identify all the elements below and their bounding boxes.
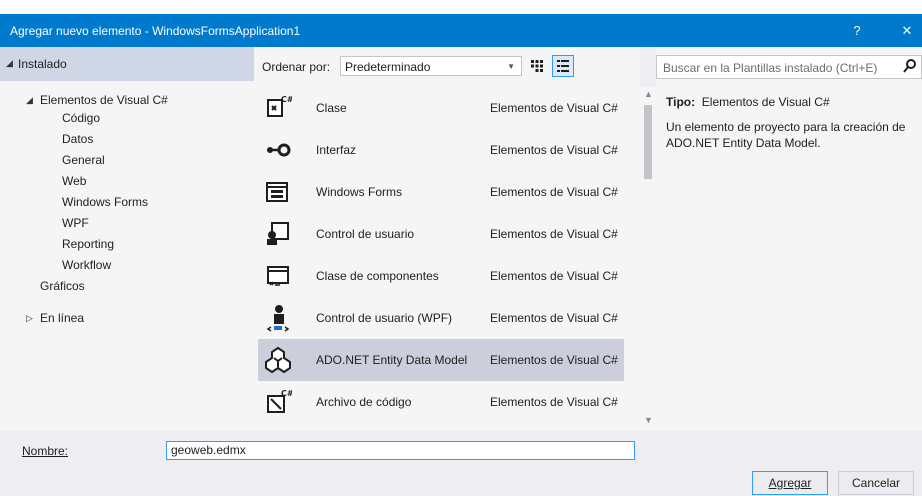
tree-item-label: En línea xyxy=(40,311,85,325)
medium-icons-view-button[interactable] xyxy=(526,55,548,77)
scrollbar-thumb[interactable] xyxy=(644,105,652,179)
scroll-up-icon[interactable]: ▲ xyxy=(644,89,653,99)
tree-item-label: Elementos de Visual C# xyxy=(40,93,168,107)
tree-item-online[interactable]: ▷ En línea xyxy=(26,308,85,328)
item-description: Un elemento de proyecto para la creación… xyxy=(666,120,906,150)
item-name: Control de usuario (WPF) xyxy=(316,311,453,325)
tree-item-windows-forms[interactable]: Windows Forms xyxy=(62,192,148,212)
name-field[interactable]: geoweb.edmx xyxy=(166,441,635,460)
add-button-label: Agregar xyxy=(768,476,812,490)
window-title: Agregar nuevo elemento - WindowsFormsApp… xyxy=(10,24,301,38)
sort-value: Predeterminado xyxy=(345,60,431,74)
name-label: Nombre: xyxy=(22,444,69,458)
tree-header-installed[interactable]: ◢ Instalado xyxy=(0,47,254,81)
class-icon: C# xyxy=(267,95,292,117)
list-item[interactable]: Windows Forms Elementos de Visual C# xyxy=(258,171,624,213)
item-name: Archivo de código xyxy=(316,395,412,409)
user-control-icon xyxy=(267,222,289,245)
dialog-footer: Nombre: geoweb.edmx Agregar Cancelar xyxy=(0,431,922,496)
item-category: Elementos de Visual C# xyxy=(490,269,618,283)
sort-select[interactable]: Predeterminado ▼ xyxy=(340,56,522,76)
item-info: Tipo: Elementos de Visual C# Un elemento… xyxy=(666,95,916,151)
grid-view-icon xyxy=(531,60,543,72)
scroll-down-icon[interactable]: ▼ xyxy=(644,415,653,425)
item-name: Clase de componentes xyxy=(316,269,439,283)
expanded-triangle-icon: ◢ xyxy=(6,58,13,68)
list-item[interactable]: Interfaz Elementos de Visual C# xyxy=(258,129,624,171)
item-category: Elementos de Visual C# xyxy=(490,353,618,367)
details-pane: Buscar en la Plantillas instalado (Ctrl+… xyxy=(656,47,922,431)
top-strip xyxy=(0,0,922,14)
item-name: ADO.NET Entity Data Model xyxy=(316,353,468,367)
item-name: Windows Forms xyxy=(316,185,403,199)
tree-item-reporting[interactable]: Reporting xyxy=(62,234,114,254)
add-button[interactable]: Agregar xyxy=(752,471,828,495)
list-scrollbar[interactable]: ▲ ▼ xyxy=(640,87,656,431)
list-item-selected[interactable]: ADO.NET Entity Data Model Elementos de V… xyxy=(258,339,624,381)
close-button[interactable]: ✕ xyxy=(892,20,922,42)
tree-item-wpf[interactable]: WPF xyxy=(62,213,89,233)
item-category: Elementos de Visual C# xyxy=(490,143,618,157)
item-name: Interfaz xyxy=(316,143,357,157)
code-file-icon: C# xyxy=(267,389,292,413)
expanded-triangle-icon: ◢ xyxy=(26,95,33,105)
template-search[interactable]: Buscar en la Plantillas instalado (Ctrl+… xyxy=(656,55,922,79)
category-tree: ◢ Instalado ◢ Elementos de Visual C# Cód… xyxy=(0,47,254,431)
search-icon[interactable] xyxy=(903,58,917,74)
template-list-pane: Ordenar por: Predeterminado ▼ C Clase El… xyxy=(254,47,640,431)
item-category: Elementos de Visual C# xyxy=(490,227,618,241)
collapsed-triangle-icon: ▷ xyxy=(26,313,33,323)
item-category: Elementos de Visual C# xyxy=(490,395,618,409)
windows-form-icon xyxy=(266,182,288,202)
tree-item-web[interactable]: Web xyxy=(62,171,86,191)
tree-item-codigo[interactable]: Código xyxy=(62,108,100,128)
component-class-icon xyxy=(267,266,289,286)
help-button[interactable]: ? xyxy=(842,20,872,42)
tree-item-graficos[interactable]: Gráficos xyxy=(40,276,85,296)
tree-item-visual-csharp[interactable]: ◢ Elementos de Visual C# xyxy=(26,90,168,110)
item-name: Clase xyxy=(316,101,347,115)
svg-text:C#: C# xyxy=(281,389,292,398)
tree-item-workflow[interactable]: Workflow xyxy=(62,255,111,275)
details-view-button[interactable] xyxy=(552,55,574,77)
item-name: Control de usuario xyxy=(316,227,415,241)
tree-item-datos[interactable]: Datos xyxy=(62,129,93,149)
item-type: Tipo: Elementos de Visual C# xyxy=(666,95,916,109)
add-new-item-dialog: Agregar nuevo elemento - WindowsFormsApp… xyxy=(0,0,922,496)
type-value: Elementos de Visual C# xyxy=(701,95,830,109)
list-item[interactable]: Control de usuario Elementos de Visual C… xyxy=(258,213,624,255)
svg-text:C#: C# xyxy=(281,95,292,104)
entity-data-model-icon xyxy=(265,346,291,374)
template-list: C# Clase Elementos de Visual C# Interfaz… xyxy=(254,87,624,431)
list-toolbar: Ordenar por: Predeterminado ▼ xyxy=(254,47,640,81)
tree-item-general[interactable]: General xyxy=(62,150,105,170)
title-bar: Agregar nuevo elemento - WindowsFormsApp… xyxy=(0,14,922,47)
search-input[interactable]: Buscar en la Plantillas instalado (Ctrl+… xyxy=(663,61,893,75)
interface-icon xyxy=(267,143,291,157)
list-item[interactable]: Clase de componentes Elementos de Visual… xyxy=(258,255,624,297)
wpf-user-control-icon xyxy=(266,305,290,332)
list-item[interactable]: Control de usuario (WPF) Elementos de Vi… xyxy=(258,297,624,339)
list-item[interactable]: C# Archivo de código Elementos de Visual… xyxy=(258,381,624,423)
tree-header-label: Instalado xyxy=(18,57,67,71)
chevron-down-icon: ▼ xyxy=(507,62,515,71)
sort-label: Ordenar por: xyxy=(262,60,331,74)
cancel-button[interactable]: Cancelar xyxy=(838,471,914,495)
list-view-icon xyxy=(557,60,569,72)
item-category: Elementos de Visual C# xyxy=(490,101,618,115)
item-category: Elementos de Visual C# xyxy=(490,311,618,325)
type-label: Tipo: xyxy=(666,95,696,109)
list-item[interactable]: C# Clase Elementos de Visual C# xyxy=(258,87,624,129)
item-category: Elementos de Visual C# xyxy=(490,185,618,199)
